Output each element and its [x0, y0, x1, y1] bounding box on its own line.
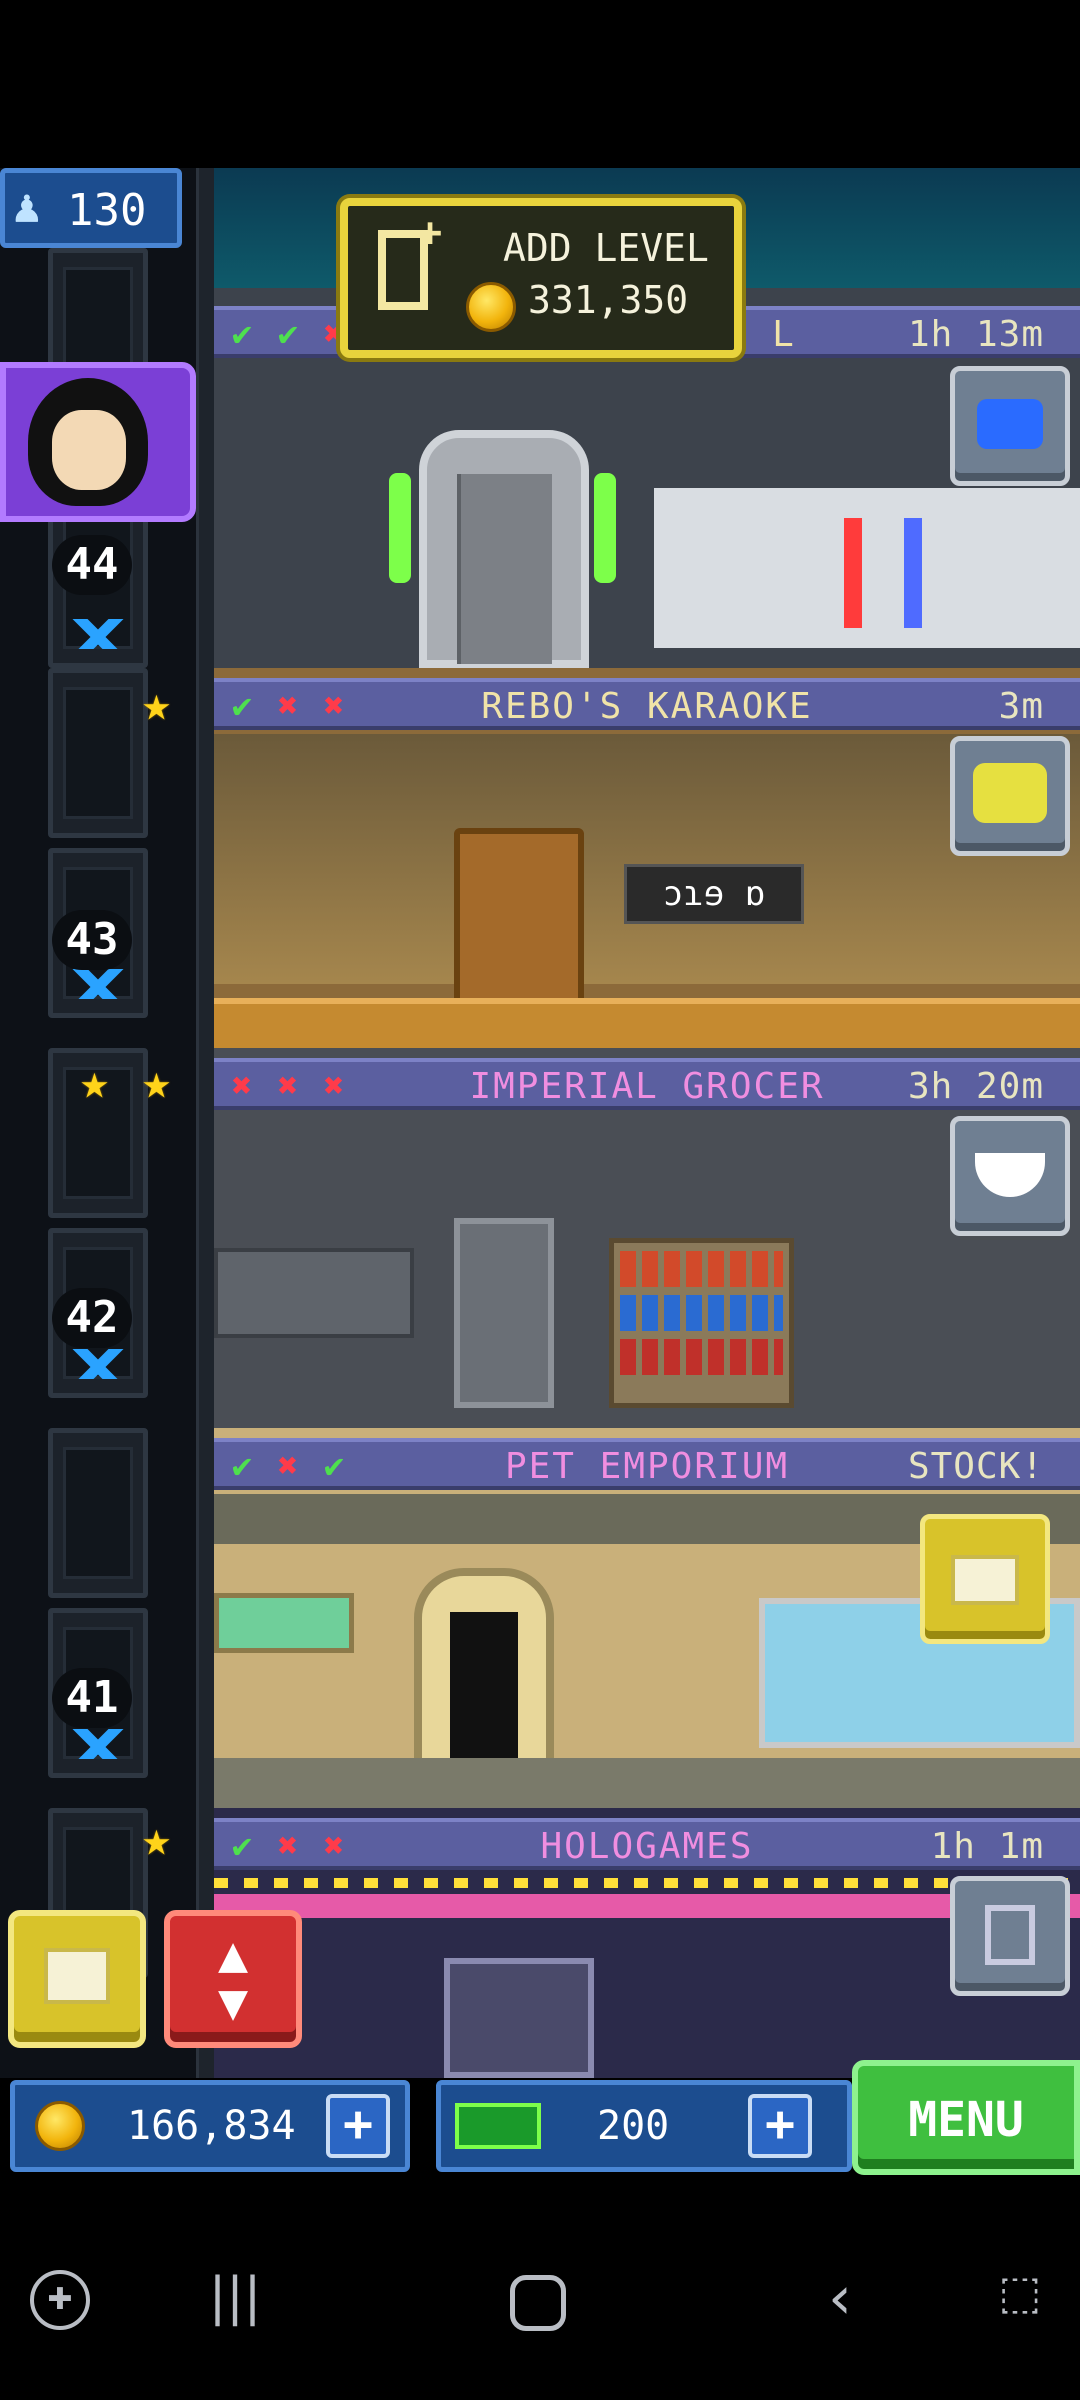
coin-icon	[35, 2101, 85, 2151]
vip-visitor-badge[interactable]	[0, 362, 196, 522]
buy-bux-button[interactable]: +	[748, 2094, 812, 2158]
floor-name: REBO'S KARAOKE	[481, 686, 813, 727]
pet-floor	[214, 1758, 1080, 1808]
floor-timer: 1h 1m	[930, 1826, 1044, 1867]
star-icon: ★	[142, 1054, 171, 1110]
floor-door	[454, 828, 584, 1018]
population-value: 130	[67, 185, 147, 236]
floor-number: 41	[52, 1668, 132, 1728]
floor-timer: 3m	[998, 686, 1044, 727]
floor-door	[444, 1958, 594, 2078]
karaoke-floor	[214, 998, 1080, 1048]
screen-lock-icon[interactable]: ⬚	[990, 2265, 1050, 2319]
glow-tube	[389, 473, 411, 583]
arcade-product-icon[interactable]	[950, 1876, 1070, 1996]
elevator-car	[48, 668, 148, 838]
floor-number: 42	[52, 1288, 132, 1348]
grocery-shelf	[609, 1238, 794, 1408]
elevator-button[interactable]: ▲ ▼	[164, 1910, 302, 2048]
avatar	[52, 410, 126, 490]
coins-value: 166,834	[127, 2103, 296, 2149]
floor-banner: ✔ ✖ ✖ REBO'S KARAOKE 3m	[214, 678, 1080, 730]
person-icon: ♟	[13, 179, 41, 233]
fish-tank	[214, 1593, 354, 1653]
menu-label: MENU	[908, 2092, 1024, 2148]
elevator-car	[48, 1428, 148, 1598]
navigation-bar: ✚ ||| ‹ ⬚	[0, 2175, 1080, 2400]
menu-button[interactable]: MENU	[852, 2060, 1080, 2175]
robot-product-icon[interactable]	[950, 366, 1070, 486]
recent-apps-icon[interactable]: |||	[205, 2267, 265, 2327]
floor-imperial-grocer[interactable]: ✖ ✖ ✖ IMPERIAL GROCER 3h 20m	[214, 1048, 1080, 1428]
floor-banner: ✔ ✖ ✖ HOLOGAMES 1h 1m	[214, 1818, 1080, 1870]
crate-icon[interactable]	[920, 1514, 1050, 1644]
floor-banner: ✔ ✖ ✔ PET EMPORIUM STOCK!	[214, 1438, 1080, 1490]
buy-coins-button[interactable]: +	[326, 2094, 390, 2158]
floor-timer: 1h 13m	[907, 314, 1044, 355]
floor-pet-emporium[interactable]: ✔ ✖ ✔ PET EMPORIUM STOCK!	[214, 1428, 1080, 1808]
bux-icon	[455, 2103, 541, 2149]
floor-name: L	[772, 314, 796, 355]
soup-product-icon[interactable]	[950, 1116, 1070, 1236]
elevator-updown-icon: ▲ ▼	[217, 1925, 249, 2031]
star-icon: ★	[80, 1054, 109, 1110]
floor-door	[414, 1568, 554, 1788]
check-icon: ✔	[277, 314, 299, 354]
stock-button[interactable]	[8, 1910, 146, 2048]
star-icon: ★	[142, 1811, 171, 1867]
bux-value: 200	[597, 2103, 670, 2149]
food-counter	[214, 1248, 414, 1338]
lab-counter	[654, 488, 1080, 648]
floor-hologames[interactable]: ✔ ✖ ✖ HOLOGAMES 1h 1m	[214, 1808, 1080, 2078]
floor-banner: ✖ ✖ ✖ IMPERIAL GROCER 3h 20m	[214, 1058, 1080, 1110]
floor-timer: STOCK!	[907, 1446, 1044, 1487]
add-level-label: ADD LEVEL	[503, 226, 709, 270]
product-icon[interactable]	[950, 736, 1070, 856]
add-level-button[interactable]: + ADD LEVEL 331,350	[340, 198, 742, 358]
karaoke-screen: ɔɿɘ ɒ	[624, 864, 804, 924]
floor-number: 44	[52, 535, 132, 595]
population-counter[interactable]: ♟ 130	[0, 168, 182, 248]
glow-tube	[594, 473, 616, 583]
top-bar	[0, 0, 1080, 168]
add-level-cost: 331,350	[528, 278, 689, 322]
floor-rebos-karaoke[interactable]: ✔ ✖ ✖ REBO'S KARAOKE 3m ɔɿɘ ɒ	[214, 668, 1080, 1048]
crate-icon	[44, 1948, 110, 2004]
floor-door	[454, 1218, 554, 1408]
home-icon[interactable]	[510, 2275, 566, 2331]
star-icon: ★	[142, 676, 171, 732]
check-icon: ✔	[231, 314, 253, 354]
floor-number: 43	[52, 910, 132, 970]
floor-timer: 3h 20m	[907, 1066, 1044, 1107]
coin-icon	[466, 282, 516, 332]
floor-door	[419, 430, 589, 668]
game-launcher-icon[interactable]: ✚	[30, 2270, 90, 2330]
back-icon[interactable]: ‹	[815, 2263, 865, 2333]
shaft-rail	[196, 168, 214, 2078]
